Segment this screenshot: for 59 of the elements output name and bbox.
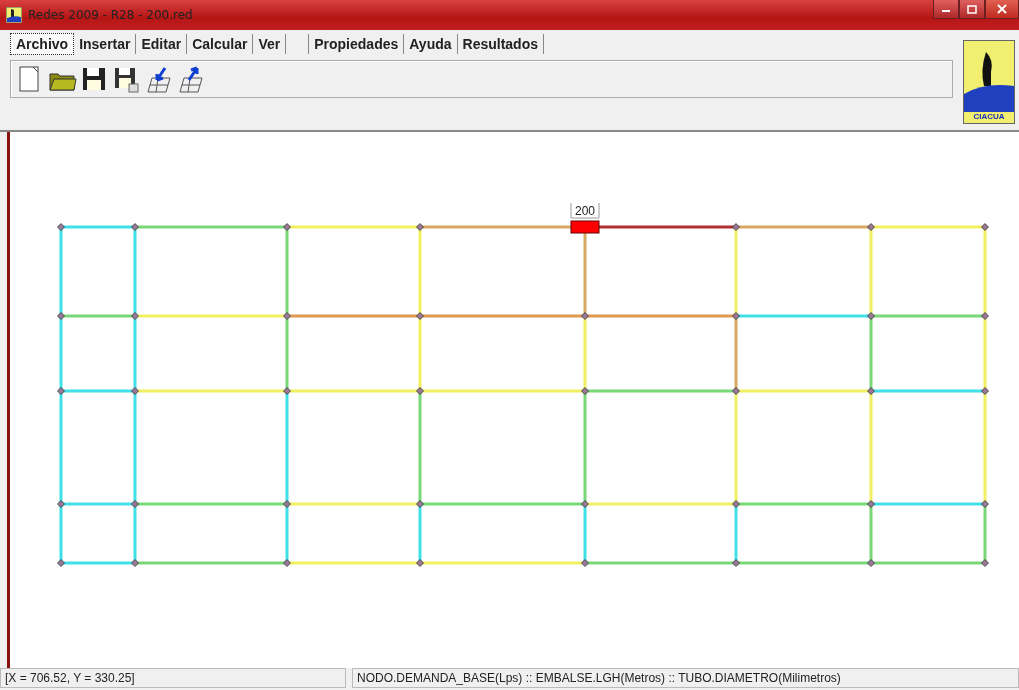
node-marker [416,387,424,395]
maximize-button[interactable] [959,0,985,19]
node-marker [57,559,65,567]
menu-tab[interactable]: Resultados [457,34,544,54]
node-marker [57,387,65,395]
menu-tab[interactable]: Archivo [10,33,75,55]
menu-tab[interactable]: Editar [136,34,188,54]
menu-tab[interactable]: Ver [253,34,287,54]
window-title: Redes 2009 - R28 - 200.red [28,8,194,22]
node-marker [416,223,424,231]
node-marker [131,500,139,508]
node-marker [981,312,989,320]
node-marker [732,387,740,395]
reservoir-label: 200 [570,202,600,219]
node-marker [416,500,424,508]
node-marker [283,559,291,567]
node-marker [732,223,740,231]
close-icon [997,4,1007,14]
node-marker [732,500,740,508]
logo-text: CIACUA [973,112,1005,123]
node-marker [57,312,65,320]
node-marker [283,387,291,395]
node-marker [867,387,875,395]
reservoir-marker [570,220,600,234]
node-marker [131,312,139,320]
node-marker [581,387,589,395]
node-marker [131,559,139,567]
close-button[interactable] [985,0,1019,19]
node-marker [867,312,875,320]
node-marker [732,559,740,567]
node-marker [981,223,989,231]
menu-tab[interactable]: Insertar [74,34,137,54]
node-marker [867,223,875,231]
menu-tab[interactable]: Calcular [187,34,254,54]
node-marker [131,223,139,231]
node-marker [416,559,424,567]
node-marker [57,223,65,231]
node-marker [732,312,740,320]
node-marker [581,312,589,320]
menu-tab[interactable]: Propiedades [308,34,405,54]
node-marker [57,500,65,508]
node-marker [981,387,989,395]
node-marker [981,500,989,508]
node-marker [283,312,291,320]
node-marker [867,559,875,567]
node-marker [981,559,989,567]
node-marker [283,223,291,231]
coordinates-readout: [X = 706.52, Y = 330.25] [0,668,346,688]
node-marker [416,312,424,320]
menu-tab[interactable]: Ayuda [404,34,458,54]
maximize-icon [967,4,977,14]
units-legend: NODO.DEMANDA_BASE(Lps) :: EMBALSE.LGH(Metros) :: TUBO.DIAMETRO(Milimetros) [352,668,1019,688]
node-marker [283,500,291,508]
node-marker [581,500,589,508]
node-marker [131,387,139,395]
node-marker [867,500,875,508]
minimize-button[interactable] [933,0,959,19]
app-icon [6,7,22,23]
node-marker [581,559,589,567]
